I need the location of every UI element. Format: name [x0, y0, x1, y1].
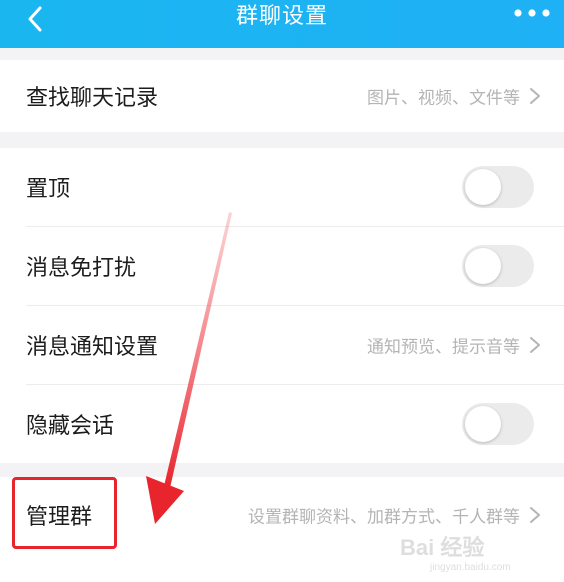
chevron-right-icon — [530, 507, 540, 523]
hide-chat-row: 隐藏会话 — [0, 385, 564, 463]
toggle-knob — [465, 248, 501, 284]
pin-toggle[interactable] — [462, 166, 534, 208]
chevron-right-icon — [530, 337, 540, 353]
section-gap — [0, 48, 564, 60]
mute-row: 消息免打扰 — [0, 227, 564, 305]
section-gap — [0, 132, 564, 148]
hide-chat-toggle[interactable] — [462, 403, 534, 445]
mute-label: 消息免打扰 — [26, 256, 137, 281]
search-history-row[interactable]: 查找聊天记录 图片、视频、文件等 — [0, 60, 564, 132]
watermark-url: jingyan.baidu.com — [430, 562, 511, 573]
more-dots-icon[interactable] — [512, 6, 552, 20]
toggle-knob — [465, 406, 501, 442]
hide-chat-label: 隐藏会话 — [26, 414, 115, 439]
header-bar: 群聊设置 — [0, 0, 564, 48]
search-history-hint: 图片、视频、文件等 — [367, 88, 520, 109]
chevron-right-icon — [530, 88, 540, 104]
section-gap — [0, 463, 564, 477]
notify-settings-row[interactable]: 消息通知设置 通知预览、提示音等 — [0, 306, 564, 384]
manage-group-hint: 设置群聊资料、加群方式、千人群等 — [248, 507, 520, 528]
page-title: 群聊设置 — [235, 4, 328, 29]
pin-label: 置顶 — [26, 177, 71, 202]
toggle-knob — [465, 169, 501, 205]
mute-toggle[interactable] — [462, 245, 534, 287]
notify-settings-hint: 通知预览、提示音等 — [367, 337, 520, 358]
search-history-label: 查找聊天记录 — [26, 86, 159, 111]
annotation-highlight-box — [12, 477, 117, 549]
watermark-logo: Bai 经验 — [400, 535, 485, 560]
notify-settings-label: 消息通知设置 — [26, 335, 159, 360]
pin-row: 置顶 — [0, 148, 564, 226]
